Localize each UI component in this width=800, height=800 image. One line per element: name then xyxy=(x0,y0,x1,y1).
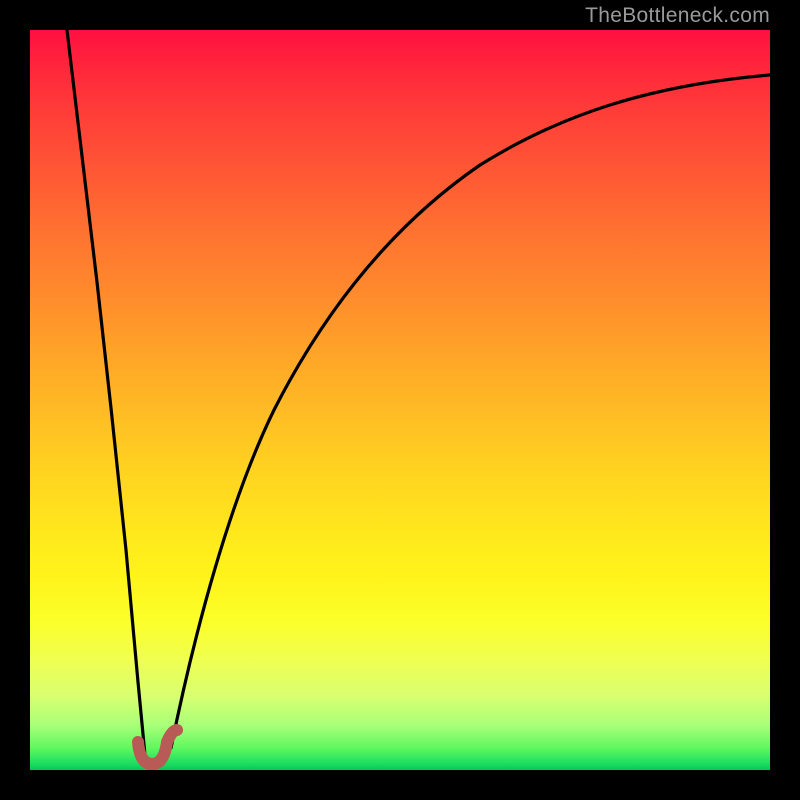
curve-right-branch xyxy=(171,75,770,748)
bottleneck-curve xyxy=(30,30,770,770)
watermark-text: TheBottleneck.com xyxy=(585,4,770,28)
plot-area xyxy=(30,30,770,770)
chart-frame: TheBottleneck.com xyxy=(0,0,800,800)
curve-left-branch xyxy=(67,30,145,755)
